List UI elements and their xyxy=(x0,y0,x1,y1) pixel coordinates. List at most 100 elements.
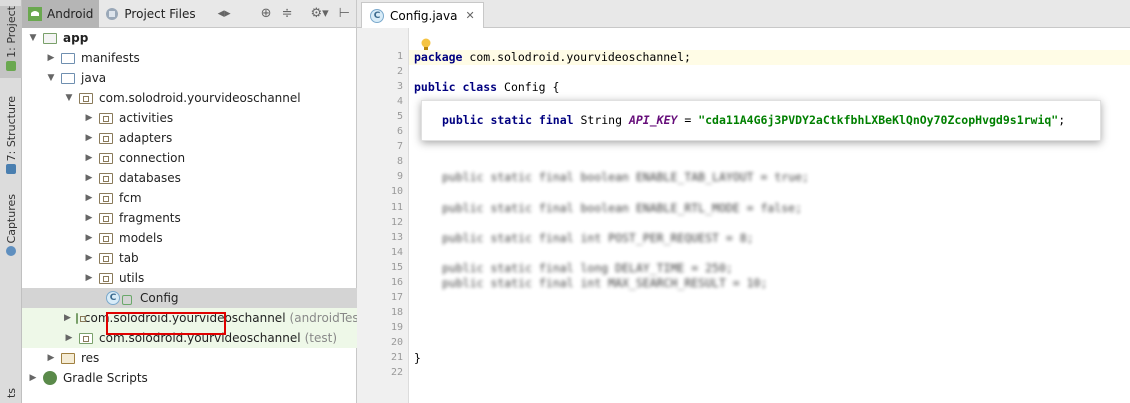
api-key-popup: public static final String API_KEY = "cd… xyxy=(421,100,1101,141)
line-number: 13 xyxy=(390,231,403,243)
android-icon xyxy=(28,6,42,21)
tab-android[interactable]: Android xyxy=(22,0,100,28)
chevron-right-icon[interactable]: ▶ xyxy=(64,313,71,323)
line-number: 2 xyxy=(396,66,403,78)
structure-icon xyxy=(6,164,16,175)
chevron-right-icon[interactable]: ▶ xyxy=(84,193,94,203)
folder-icon xyxy=(61,52,75,64)
line-number: 20 xyxy=(390,336,403,348)
collapse-icon[interactable]: ≑ xyxy=(282,6,293,21)
line-number: 18 xyxy=(390,306,403,318)
project-tool-tab[interactable]: 1: Project xyxy=(0,6,22,78)
package-icon xyxy=(99,152,113,164)
gear-icon[interactable]: ⚙▾ xyxy=(310,6,328,21)
tree-item-config[interactable]: C Config xyxy=(22,288,357,308)
folder-icon xyxy=(61,72,75,84)
tree-item-databases[interactable]: ▶ databases xyxy=(22,168,357,188)
tree-item-activities[interactable]: ▶ activities xyxy=(22,108,357,128)
chevron-down-icon[interactable]: ▼ xyxy=(28,33,38,43)
line-number: 10 xyxy=(390,186,403,198)
line-number: 22 xyxy=(390,367,403,379)
line-number: 11 xyxy=(390,201,403,213)
line-gutter: 1 2 3 4 5 6 7 8 9 10 11 12 13 14 15 16 17 18 19 20 21 22 xyxy=(357,28,409,403)
tree-item-utils[interactable]: ▶ utils xyxy=(22,268,357,288)
package-icon xyxy=(99,192,113,204)
tree-item-gradle-scripts[interactable]: ▶ Gradle Scripts xyxy=(22,368,357,388)
code-line-3: public class Config { xyxy=(414,80,560,95)
tree-label: res xyxy=(81,351,100,365)
tree-label: fcm xyxy=(119,191,142,205)
line-number: 12 xyxy=(390,216,403,228)
close-icon[interactable]: ✕ xyxy=(465,9,474,22)
tree-label: Config xyxy=(140,291,179,305)
target-icon[interactable]: ⊕ xyxy=(261,6,272,21)
tab-config-java[interactable]: C Config.java ✕ xyxy=(361,2,484,28)
line-number: 21 xyxy=(390,352,403,363)
chevron-right-icon[interactable]: ▶ xyxy=(84,133,94,143)
code-area[interactable]: package com.solodroid.yourvideoschannel;… xyxy=(409,28,1130,403)
chevron-down-icon[interactable]: ▼ xyxy=(46,73,56,83)
code-line-16: public static final int MAX_SEARCH_RESUL… xyxy=(442,275,768,290)
highlight-box xyxy=(106,312,226,335)
tree-item-adapters[interactable]: ▶ adapters xyxy=(22,128,357,148)
code-line-7: public static final String API_KEY = "cd… xyxy=(442,113,1066,127)
tab-project-files-label: Project Files xyxy=(124,6,196,21)
android-icon xyxy=(6,60,16,71)
hide-icon[interactable]: ⊢ xyxy=(339,6,350,21)
chevron-right-icon[interactable]: ▶ xyxy=(84,153,94,163)
tree-item-connection[interactable]: ▶ connection xyxy=(22,148,357,168)
chevron-right-icon[interactable]: ▶ xyxy=(64,333,74,343)
chevron-right-icon[interactable]: ▶ xyxy=(46,53,56,63)
chevron-right-icon[interactable]: ▶ xyxy=(84,273,94,283)
tree-item-app[interactable]: ▼ app xyxy=(22,28,357,48)
tree-item-res[interactable]: ▶ res xyxy=(22,348,357,368)
project-tree: ▼ app ▶ manifests ▼ java ▼ com.solodroid… xyxy=(22,28,368,403)
tree-item-fcm[interactable]: ▶ fcm xyxy=(22,188,357,208)
lock-icon xyxy=(122,295,132,305)
tree-item-java[interactable]: ▼ java xyxy=(22,68,357,88)
tool-window-strip: 1: Project 7: Structure Captures ts xyxy=(0,0,22,403)
chevron-right-icon[interactable]: ▶ xyxy=(84,253,94,263)
package-icon xyxy=(99,212,113,224)
chevron-right-icon[interactable]: ▶ xyxy=(28,373,38,383)
chevron-right-icon[interactable]: ▶ xyxy=(46,353,56,363)
package-icon xyxy=(75,312,86,324)
tree-item-fragments[interactable]: ▶ fragments xyxy=(22,208,357,228)
chevron-down-icon[interactable]: ▼ xyxy=(64,93,74,103)
chevron-right-icon[interactable]: ▶ xyxy=(84,113,94,123)
tab-config-java-label: Config.java xyxy=(390,8,458,23)
chevron-right-icon[interactable]: ▶ xyxy=(84,233,94,243)
bottom-tool-tab-label: ts xyxy=(4,388,18,399)
structure-tool-tab[interactable]: 7: Structure xyxy=(0,96,22,176)
project-toolbar: Android Project Files ◂▸ ⊕ ≑ ⚙▾ ⊢ xyxy=(22,0,356,28)
captures-tool-tab[interactable]: Captures xyxy=(0,194,22,262)
chevron-right-icon[interactable]: ▶ xyxy=(84,173,94,183)
split-arrows-icon[interactable]: ◂▸ xyxy=(218,6,231,21)
package-icon xyxy=(79,92,93,104)
tab-android-label: Android xyxy=(47,6,94,21)
package-icon xyxy=(99,252,113,264)
tree-label: activities xyxy=(119,111,174,125)
tree-item-manifests[interactable]: ▶ manifests xyxy=(22,48,357,68)
tree-label: utils xyxy=(119,271,145,285)
tree-item-package[interactable]: ▼ com.solodroid.yourvideoschannel xyxy=(22,88,357,108)
api-key-value: "cda11A4G6j3PVDY2aCtkfbhLXBeKlQnOy70Zcop… xyxy=(698,113,1059,127)
bottom-tool-tab[interactable]: ts xyxy=(0,388,22,403)
package-icon xyxy=(79,332,93,344)
project-panel: Android Project Files ◂▸ ⊕ ≑ ⚙▾ ⊢ ▼ app … xyxy=(22,0,368,403)
tree-item-tab[interactable]: ▶ tab xyxy=(22,248,357,268)
line-number: 7 xyxy=(396,141,403,153)
line-number: 6 xyxy=(396,126,403,138)
line-number: 9 xyxy=(396,171,403,183)
line-number: 1 xyxy=(396,51,403,62)
tab-project-files[interactable]: Project Files xyxy=(99,0,201,28)
package-icon xyxy=(99,232,113,244)
code-line-1: package com.solodroid.yourvideoschannel; xyxy=(414,50,691,64)
package-icon xyxy=(99,272,113,284)
line-number: 16 xyxy=(390,276,403,288)
chevron-right-icon[interactable]: ▶ xyxy=(84,213,94,223)
tree-item-models[interactable]: ▶ models xyxy=(22,228,357,248)
code-line-9: public static final boolean ENABLE_TAB_L… xyxy=(442,170,809,185)
project-tool-tab-label: 1: Project xyxy=(4,6,18,58)
project-toolbar-icons: ◂▸ ⊕ ≑ ⚙▾ ⊢ xyxy=(218,6,350,21)
